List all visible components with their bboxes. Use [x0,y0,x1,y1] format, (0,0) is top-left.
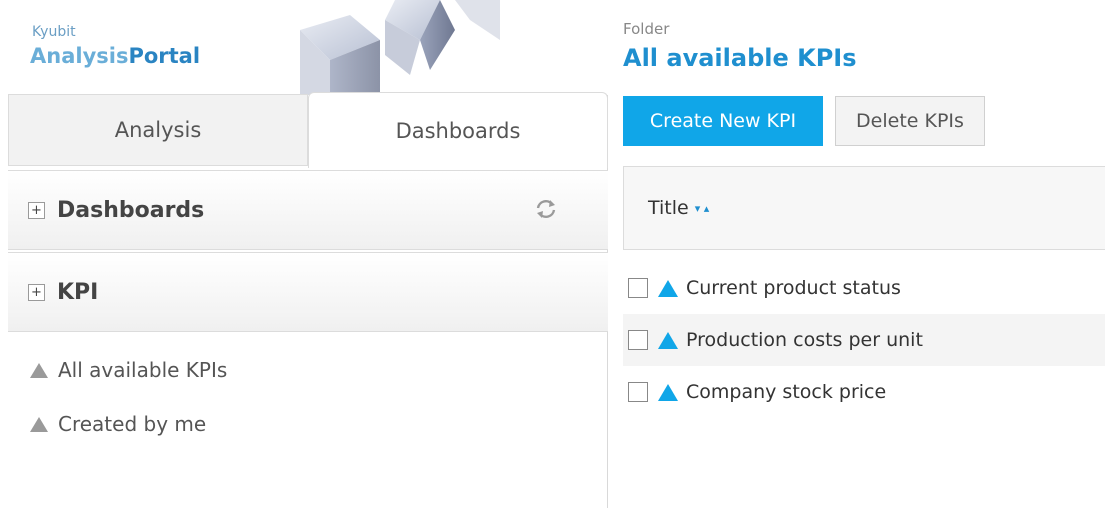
expand-kpi-button[interactable]: + [28,283,45,301]
kpi-folder-label: All available KPIs [58,358,228,382]
cubes-logo-icon [300,0,500,95]
brand-product[interactable]: AnalysisPortal [30,44,200,68]
brand-header: Kyubit AnalysisPortal [0,0,608,95]
table-row: Current product status [623,262,1105,314]
kpi-folder-all[interactable]: All available KPIs [30,343,227,397]
kpi-row-title[interactable]: Company stock price [686,381,886,403]
triangle-icon [658,279,678,297]
triangle-icon [30,362,48,378]
kpi-section-header[interactable]: + KPI [8,252,608,332]
brand-company: Kyubit [32,24,76,40]
kpi-folder-list: All available KPIs Created by me [30,343,227,451]
row-checkbox[interactable] [628,382,648,402]
dashboards-section-title: Dashboards [57,197,205,223]
tab-dashboards[interactable]: Dashboards [308,92,608,168]
brand-product-part1: Analysis [30,44,129,68]
dashboards-section-header[interactable]: + Dashboards [8,170,608,250]
kpi-section-title: KPI [57,279,99,305]
sort-icon[interactable]: ▾ ▴ [695,202,710,215]
triangle-icon [658,331,678,349]
folder-label: Folder [623,20,670,38]
row-checkbox[interactable] [628,278,648,298]
kpi-row-title[interactable]: Current product status [686,277,901,299]
delete-kpis-button[interactable]: Delete KPIs [835,96,985,146]
main-content: Folder All available KPIs Create New KPI… [609,0,1105,508]
tab-analysis[interactable]: Analysis [8,94,308,166]
refresh-icon[interactable] [534,197,558,221]
kpi-folder-mine[interactable]: Created by me [30,397,227,451]
kpi-folder-label: Created by me [58,412,207,436]
left-panel: Kyubit AnalysisPortal Analysis Dashboard… [0,0,608,508]
create-kpi-button[interactable]: Create New KPI [623,96,823,146]
table-header: Title ▾ ▴ [623,166,1105,250]
column-header-title[interactable]: Title [648,197,689,219]
page-title: All available KPIs [623,44,857,72]
expand-dashboards-button[interactable]: + [28,201,45,219]
row-checkbox[interactable] [628,330,648,350]
kpi-table-body: Current product status Production costs … [623,262,1105,418]
triangle-icon [658,383,678,401]
tab-bar: Analysis Dashboards [0,92,608,168]
brand-product-part2: Portal [128,44,201,68]
kpi-row-title[interactable]: Production costs per unit [686,329,923,351]
table-row: Company stock price [623,366,1105,418]
table-row: Production costs per unit [623,314,1105,366]
triangle-icon [30,416,48,432]
